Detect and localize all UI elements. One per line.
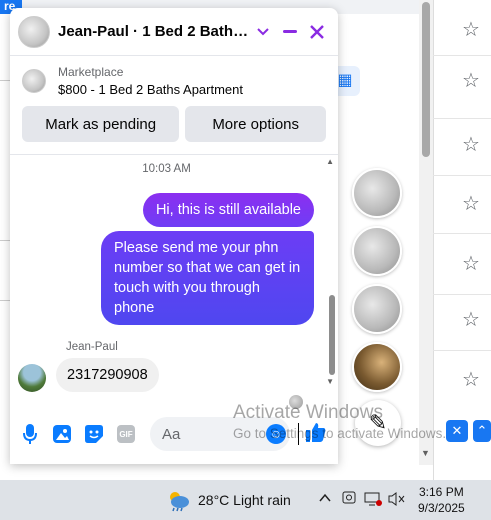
close-icon[interactable]: [305, 19, 330, 45]
listing-label: Marketplace: [58, 65, 124, 79]
listing-thumbnail: [22, 69, 46, 93]
sender-name: Jean-Paul: [66, 341, 118, 353]
star-icon[interactable]: ☆: [462, 254, 480, 274]
chevron-up-icon[interactable]: ⌃: [473, 420, 491, 442]
camera-icon[interactable]: [342, 491, 356, 510]
star-icon[interactable]: ☆: [462, 194, 480, 214]
outgoing-message[interactable]: Please send me your phn number so that w…: [101, 231, 314, 325]
more-options-button[interactable]: More options: [185, 106, 326, 142]
star-icon[interactable]: ☆: [462, 310, 480, 330]
row-divider: [433, 233, 491, 234]
new-message-icon[interactable]: ✎: [355, 400, 401, 446]
star-icon[interactable]: ☆: [462, 71, 480, 91]
chat-window: Jean-Paul · 1 Bed 2 Baths A... Marketpla…: [10, 8, 338, 464]
chat-head-bubble[interactable]: [352, 168, 402, 218]
message-composer: GIF ☺: [10, 414, 338, 454]
row-divider: [433, 55, 491, 56]
message-timestamp: 10:03 AM: [142, 163, 191, 175]
listing-card[interactable]: Marketplace $800 - 1 Bed 2 Baths Apartme…: [10, 56, 338, 106]
chat-head-bubble[interactable]: [352, 284, 402, 334]
star-icon[interactable]: ☆: [462, 20, 480, 40]
page-scroll-down-arrow[interactable]: ▼: [421, 448, 430, 458]
emoji-icon[interactable]: ☺: [266, 424, 286, 444]
clock-time: 3:16 PM: [419, 485, 464, 499]
star-icon[interactable]: ☆: [462, 135, 480, 155]
chat-scroll-down-arrow[interactable]: ▼: [326, 377, 334, 386]
chat-head-bubble[interactable]: [352, 226, 402, 276]
listing-actions: Mark as pending More options: [10, 106, 338, 142]
weather-text[interactable]: 28°C Light rain: [198, 492, 291, 508]
clock-date: 9/3/2025: [418, 501, 465, 515]
chevron-up-icon[interactable]: [318, 491, 332, 508]
taskbar: 28°C Light rain 3:16 PM 9/3/2025: [0, 480, 491, 520]
system-clock[interactable]: 3:16 PM 9/3/2025: [418, 484, 465, 516]
row-divider: [433, 294, 491, 295]
mic-icon[interactable]: [18, 422, 42, 446]
page-scrollbar-thumb[interactable]: [422, 2, 430, 157]
chat-scroll-up-arrow[interactable]: ▲: [326, 157, 334, 166]
row-divider: [433, 350, 491, 351]
star-icon[interactable]: ☆: [462, 370, 480, 390]
incoming-message[interactable]: 2317290908: [56, 358, 159, 392]
seen-avatar: [289, 395, 303, 409]
network-icon[interactable]: [364, 491, 382, 510]
text-cursor: [298, 423, 299, 445]
minimize-icon[interactable]: [278, 19, 303, 45]
volume-muted-icon[interactable]: [388, 491, 406, 510]
chevron-down-icon[interactable]: [250, 19, 275, 45]
sender-avatar[interactable]: [18, 364, 46, 392]
message-thread: 10:03 AM Hi, this is still available Ple…: [10, 154, 338, 409]
like-icon[interactable]: [306, 422, 326, 448]
row-divider: [433, 118, 491, 119]
outgoing-message[interactable]: Hi, this is still available: [142, 193, 314, 227]
chat-footer: [10, 454, 338, 464]
sticker-icon[interactable]: [82, 422, 106, 446]
close-box-icon[interactable]: ✕: [446, 420, 468, 442]
chat-head-bubble[interactable]: [352, 342, 402, 392]
row-divider: [433, 175, 491, 176]
image-icon[interactable]: [50, 422, 74, 446]
avatar[interactable]: [18, 15, 50, 48]
chat-header: Jean-Paul · 1 Bed 2 Baths A...: [10, 8, 338, 56]
weather-icon[interactable]: [166, 488, 190, 512]
mark-as-pending-button[interactable]: Mark as pending: [22, 106, 180, 142]
gif-icon[interactable]: GIF: [114, 422, 138, 446]
chat-scrollbar-thumb[interactable]: [329, 295, 335, 375]
chat-title[interactable]: Jean-Paul · 1 Bed 2 Baths A...: [58, 23, 248, 40]
listing-title: $800 - 1 Bed 2 Baths Apartment: [58, 82, 244, 97]
